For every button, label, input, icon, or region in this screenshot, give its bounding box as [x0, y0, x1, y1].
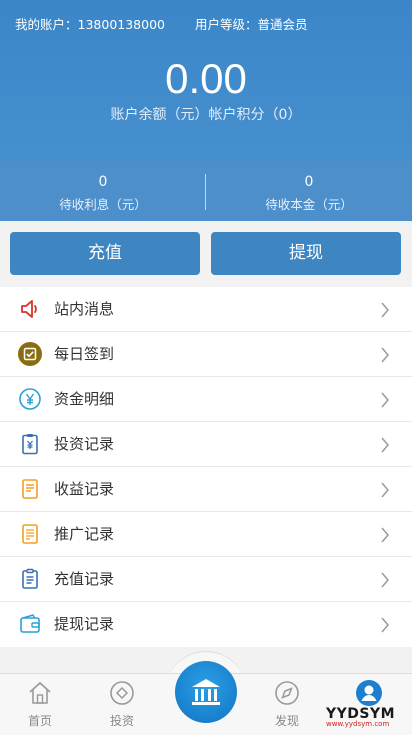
- menu-item-label: 资金明细: [54, 390, 115, 408]
- chevron-right-icon: [381, 437, 389, 453]
- tab-home[interactable]: 首页: [0, 674, 80, 735]
- clipboard-icon: [22, 568, 38, 589]
- menu-item-label: 提现记录: [54, 615, 115, 633]
- menu-item-messages[interactable]: 站内消息: [0, 287, 412, 332]
- yuan-circle-icon: [19, 388, 41, 410]
- tab-invest-label: 投资: [109, 714, 134, 728]
- pending-interest: 0 待收利息（元）: [0, 162, 206, 221]
- invest-doc-icon: [22, 434, 38, 455]
- tab-invest[interactable]: 投资: [82, 674, 162, 735]
- pending-interest-label: 待收利息（元）: [59, 197, 147, 212]
- menu-item-promotion-records[interactable]: 推广记录: [0, 512, 412, 557]
- account-number-label: 我的账户：: [15, 17, 78, 32]
- chevron-right-icon: [381, 617, 389, 633]
- menu-item-checkin[interactable]: 每日签到: [0, 332, 412, 377]
- wallet-icon: [20, 614, 40, 633]
- home-icon: [29, 681, 51, 704]
- balance-amount: 0.00: [165, 55, 247, 102]
- tab-discover-label: 发现: [274, 714, 299, 728]
- menu-item-withdraw-records[interactable]: 提现记录: [0, 602, 412, 647]
- account-info-row: 我的账户：13800138000 用户等级：普通会员: [15, 14, 397, 34]
- menu-item-label: 每日签到: [54, 345, 115, 363]
- menu-item-label: 站内消息: [54, 300, 115, 318]
- watermark: YYDSYM www.yydsym.com: [326, 706, 395, 728]
- chevron-right-icon: [381, 572, 389, 588]
- account-number: 我的账户：13800138000: [15, 14, 165, 33]
- user-avatar-icon: [356, 680, 382, 706]
- compass-icon: [275, 681, 299, 705]
- menu-item-label: 收益记录: [54, 480, 115, 498]
- menu-item-label: 充值记录: [54, 570, 115, 588]
- action-buttons: 充值 提现: [0, 221, 412, 287]
- promo-doc-icon: [22, 524, 38, 544]
- user-level-label: 用户等级：: [195, 17, 258, 32]
- checkin-icon: [18, 342, 42, 366]
- menu-item-label: 推广记录: [54, 525, 115, 543]
- tab-home-label: 首页: [27, 714, 52, 728]
- income-doc-icon: [22, 479, 38, 499]
- account-header: 我的账户：13800138000 用户等级：普通会员 0.00 账户余额（元）帐…: [0, 0, 412, 221]
- menu-item-fund-details[interactable]: 资金明细: [0, 377, 412, 422]
- chevron-right-icon: [381, 482, 389, 498]
- bank-icon: [192, 679, 220, 705]
- withdraw-button[interactable]: 提现: [211, 232, 401, 275]
- watermark-url: www.yydsym.com: [326, 720, 390, 728]
- center-bank-button[interactable]: [175, 661, 237, 723]
- tab-discover[interactable]: 发现: [247, 674, 327, 735]
- chevron-right-icon: [381, 347, 389, 363]
- user-level-value: 普通会员: [257, 17, 308, 32]
- pending-principal: 0 待收本金（元）: [206, 162, 412, 221]
- pending-principal-label: 待收本金（元）: [265, 197, 353, 212]
- balance-subtitle: 账户余额（元）帐户积分（0）: [110, 107, 302, 123]
- pending-principal-value: 0: [304, 174, 314, 190]
- chevron-right-icon: [381, 302, 389, 318]
- pending-interest-value: 0: [98, 174, 108, 190]
- account-number-value: 13800138000: [77, 17, 165, 32]
- user-level: 用户等级：普通会员: [195, 14, 308, 33]
- chevron-right-icon: [381, 392, 389, 408]
- invest-icon: [110, 681, 134, 705]
- menu-item-investment-records[interactable]: 投资记录: [0, 422, 412, 467]
- menu-item-label: 投资记录: [54, 435, 115, 453]
- chevron-right-icon: [381, 527, 389, 543]
- menu-item-income-records[interactable]: 收益记录: [0, 467, 412, 512]
- speaker-icon: [21, 300, 37, 318]
- menu-item-recharge-records[interactable]: 充值记录: [0, 557, 412, 602]
- pending-stats: 0 待收利息（元） 0 待收本金（元）: [0, 162, 412, 221]
- recharge-button[interactable]: 充值: [10, 232, 200, 275]
- account-menu: 站内消息 每日签到 资金明细 投资记录 收益记录 推广记录 充值记录 提现记录: [0, 287, 412, 647]
